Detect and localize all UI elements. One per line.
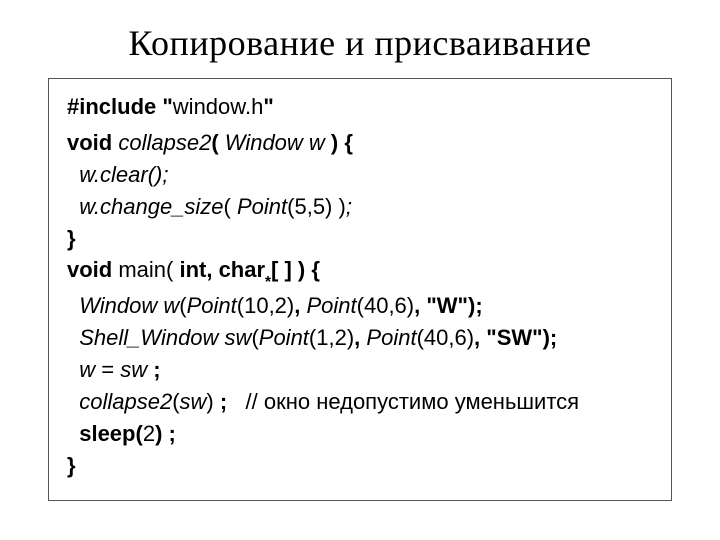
t: collapse2 (67, 389, 172, 414)
t: } (67, 226, 76, 251)
code-line-6: void main( int, char*[ ] ) { (67, 254, 653, 290)
t: ) ; (155, 421, 176, 446)
t: w (67, 357, 101, 382)
t: ; (153, 357, 160, 382)
t: Shell_Window sw (67, 325, 251, 350)
t: = (101, 357, 114, 382)
t: Window w (219, 130, 331, 155)
code-line-9: w = sw ; (67, 354, 653, 386)
t: (10,2) (237, 293, 294, 318)
code-line-5: } (67, 223, 653, 255)
t: (5,5) ) (287, 194, 346, 219)
t: void (67, 130, 112, 155)
t: Point (187, 293, 237, 318)
t: ; (214, 389, 246, 414)
t: ) (206, 389, 213, 414)
code-line-1: #include "window.h" (67, 91, 653, 123)
t: ( (172, 389, 179, 414)
code-line-8: Shell_Window sw(Point(1,2), Point(40,6),… (67, 322, 653, 354)
t: ( (179, 293, 186, 318)
t: "SW"); (480, 325, 557, 350)
t: * (265, 274, 271, 291)
comment: // окно недопустимо уменьшится (246, 389, 580, 414)
slide-title: Копирование и присваивание (0, 22, 720, 64)
t: [ ] ) { (271, 257, 320, 282)
code-line-12: } (67, 450, 653, 482)
code-line-7: Window w(Point(10,2), Point(40,6), "W"); (67, 290, 653, 322)
t: window.h (173, 94, 264, 119)
t: Point (259, 325, 309, 350)
code-line-10: collapse2(sw) ; // окно недопустимо умен… (67, 386, 653, 418)
t: ( (211, 130, 218, 155)
slide: Копирование и присваивание #include "win… (0, 0, 720, 540)
t: w.change_size (67, 194, 224, 219)
t: void (67, 257, 118, 282)
t: collapse2 (112, 130, 211, 155)
t: #include " (67, 94, 173, 119)
t: main (118, 257, 166, 282)
t: (40,6) (357, 293, 414, 318)
code-line-2: void collapse2( Window w ) { (67, 127, 653, 159)
t: " (263, 94, 273, 119)
code-line-3: w.clear(); (67, 159, 653, 191)
t: w.clear(); (67, 162, 168, 187)
t: sw (180, 389, 207, 414)
t: Point (360, 325, 416, 350)
t: ; (346, 194, 352, 219)
code-line-4: w.change_size( Point(5,5) ); (67, 191, 653, 223)
t: ) { (331, 130, 353, 155)
t: "W"); (420, 293, 482, 318)
t: } (67, 453, 76, 478)
t: int, char (173, 257, 265, 282)
t: (1,2) (309, 325, 354, 350)
t: 2 (143, 421, 155, 446)
t: sw (114, 357, 153, 382)
code-line-11: sleep(2) ; (67, 418, 653, 450)
t: ( (224, 194, 231, 219)
t: sleep( (67, 421, 143, 446)
t: Point (300, 293, 356, 318)
code-box: #include "window.h" void collapse2( Wind… (48, 78, 672, 501)
t: (40,6) (417, 325, 474, 350)
t: Point (231, 194, 287, 219)
t: Window w (67, 293, 179, 318)
t: ( (251, 325, 258, 350)
